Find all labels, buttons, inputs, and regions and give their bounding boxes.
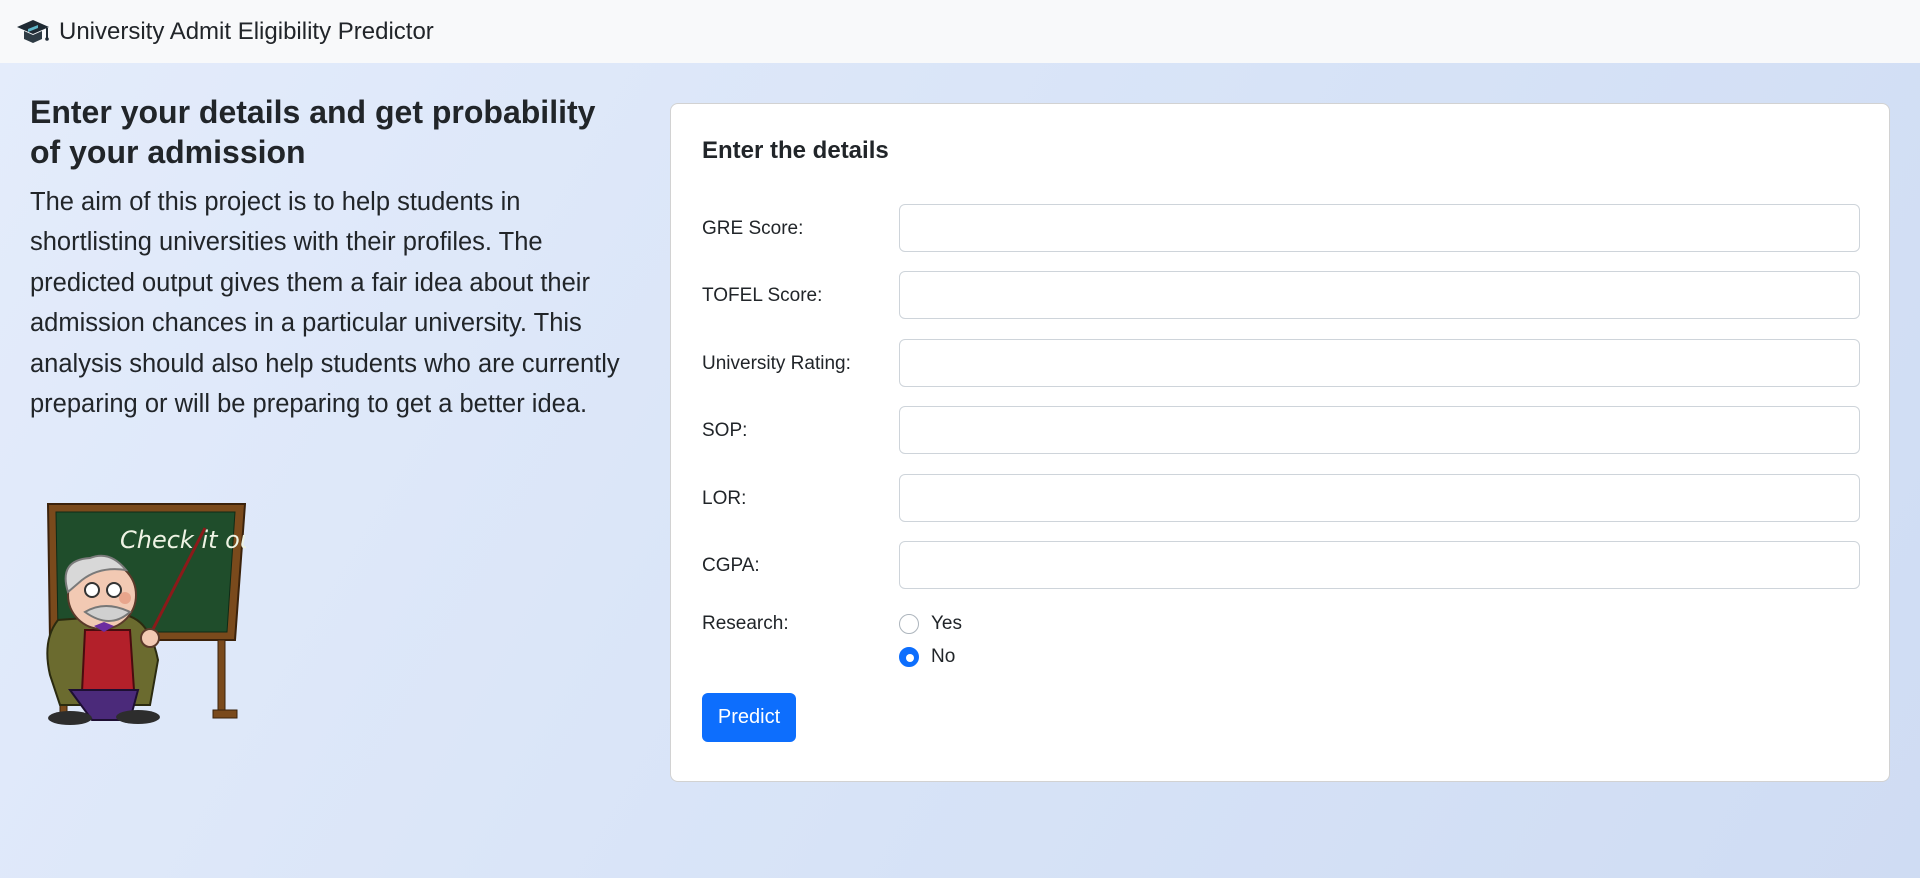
lor-label: LOR:: [702, 488, 747, 509]
university-rating-label: University Rating:: [702, 353, 851, 374]
graduation-cap-icon: [15, 16, 51, 48]
intro-section: Enter your details and get probability o…: [30, 92, 630, 424]
cgpa-label: CGPA:: [702, 555, 760, 576]
chalkboard-text: Check it out: [120, 526, 246, 554]
form-title: Enter the details: [702, 137, 889, 164]
sop-label: SOP:: [702, 420, 748, 441]
cgpa-input[interactable]: [899, 541, 1860, 589]
teacher-illustration: Check it out: [30, 500, 266, 726]
research-no-label[interactable]: No: [931, 646, 955, 668]
app-title[interactable]: University Admit Eligibility Predictor: [59, 18, 434, 46]
research-label: Research:: [702, 613, 789, 634]
tofel-score-input[interactable]: [899, 271, 1860, 319]
predict-button[interactable]: Predict: [702, 693, 796, 742]
intro-heading: Enter your details and get probability o…: [30, 94, 596, 170]
details-form-card: Enter the details GRE Score: TOFEL Score…: [670, 103, 1890, 782]
research-yes-label[interactable]: Yes: [931, 613, 962, 635]
research-option-yes[interactable]: Yes: [899, 613, 962, 635]
tofel-score-label: TOFEL Score:: [702, 285, 823, 306]
gre-score-input[interactable]: [899, 204, 1860, 252]
research-yes-radio[interactable]: [899, 614, 919, 634]
navbar: University Admit Eligibility Predictor: [0, 0, 1920, 63]
intro-paragraph: The aim of this project is to help stude…: [30, 188, 620, 419]
research-no-radio[interactable]: [899, 647, 919, 667]
research-option-no[interactable]: No: [899, 646, 955, 668]
lor-input[interactable]: [899, 474, 1860, 522]
university-rating-input[interactable]: [899, 339, 1860, 387]
sop-input[interactable]: [899, 406, 1860, 454]
gre-score-label: GRE Score:: [702, 218, 804, 239]
